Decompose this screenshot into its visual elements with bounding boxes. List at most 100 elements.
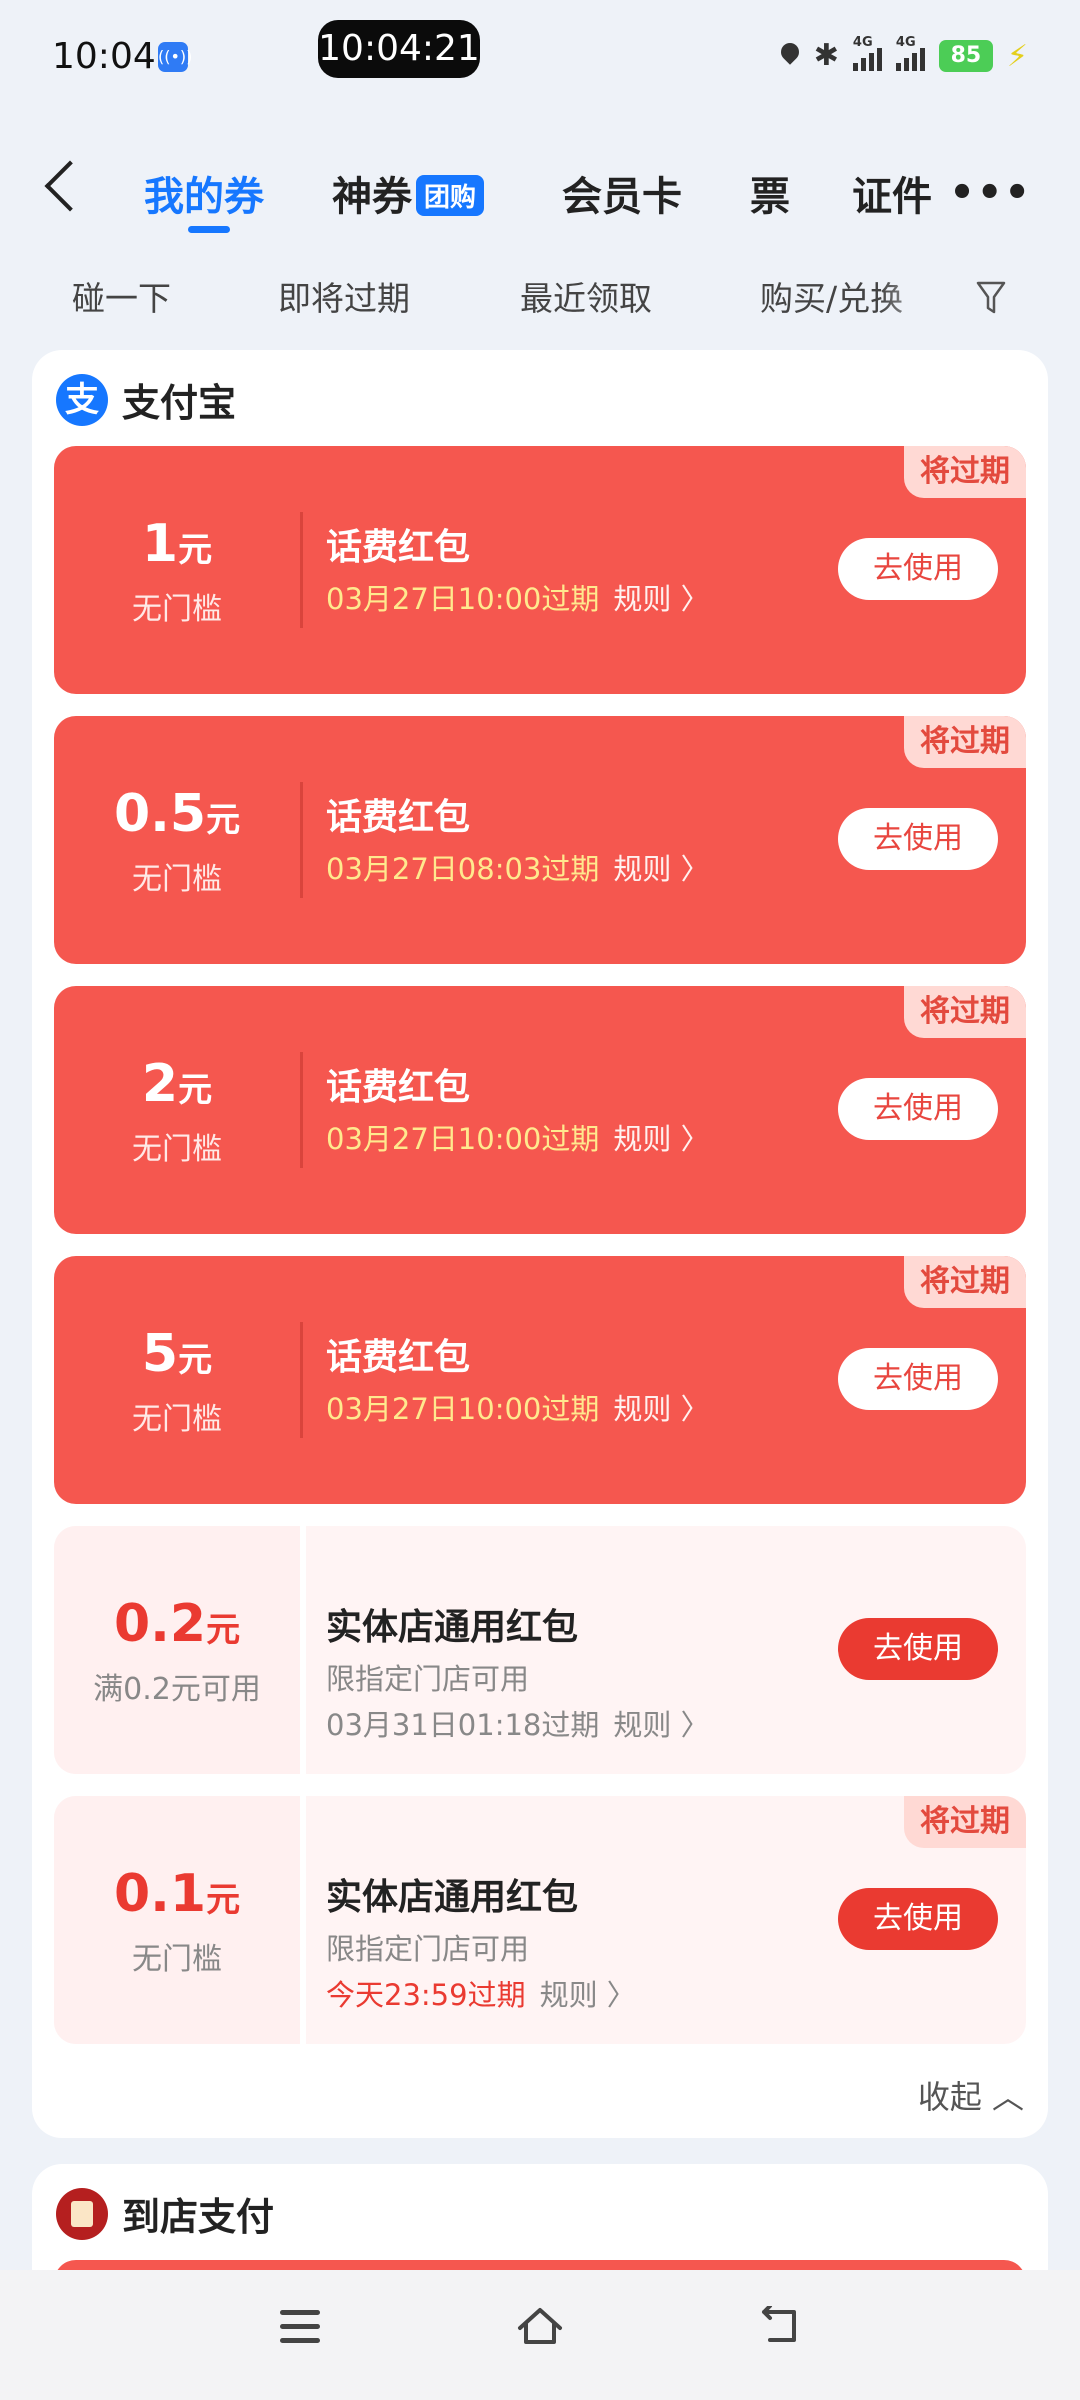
coupon-card[interactable]: 5元 无门槛 话费红包 03月27日10:00过期 规则 〉 去使用 将过期: [54, 1256, 1026, 1504]
back-nav-icon[interactable]: [760, 2306, 802, 2346]
expiring-badge: 将过期: [904, 716, 1026, 768]
nfc-icon: ((•)): [158, 42, 192, 72]
system-nav-bar: [0, 2270, 1080, 2400]
group-buy-badge: 团购: [416, 174, 485, 216]
coupon-card[interactable]: 2元 无门槛 话费红包 03月27日10:00过期 规则 〉 去使用 将过期: [54, 986, 1026, 1234]
filter-fade: [880, 262, 950, 332]
tab-my-coupons[interactable]: 我的券: [144, 164, 264, 222]
tab-tickets[interactable]: 票: [750, 164, 790, 222]
coupon-expiry-line: 03月27日10:00过期 规则 〉: [326, 1386, 710, 1428]
sim1-label: 4G: [852, 35, 873, 50]
use-coupon-button[interactable]: 去使用: [838, 1078, 998, 1140]
alipay-section-header: 支 支付宝: [56, 372, 236, 427]
coupon-condition: 无门槛: [132, 1942, 222, 1977]
coupon-card[interactable]: 0.1元 无门槛 实体店通用红包 限指定门店可用 今天23:59过期 规则 〉 去…: [54, 1796, 1026, 2044]
coupon-rule-link[interactable]: 规则 〉: [613, 1392, 709, 1426]
filter-expiring[interactable]: 即将过期: [278, 272, 410, 320]
coupon-divider: [300, 782, 303, 898]
coupon-value-area: 1元 无门槛: [54, 446, 300, 694]
tab-shen-quan[interactable]: 神券 团购: [332, 164, 485, 222]
section-title: 到店支付: [122, 2195, 275, 2239]
more-icon[interactable]: •••: [949, 170, 1032, 216]
coupon-value-area: 2元 无门槛: [54, 986, 300, 1234]
coupon-rule-link[interactable]: 规则 〉: [613, 582, 709, 616]
coupon-amount: 5元: [141, 1324, 213, 1384]
use-coupon-button[interactable]: 去使用: [838, 1618, 998, 1680]
coupon-expiry-line: 03月27日10:00过期 规则 〉: [326, 576, 710, 618]
filter-funnel-icon[interactable]: [976, 280, 1006, 316]
coupon-rule-link[interactable]: 规则 〉: [540, 1978, 636, 2012]
tab-documents[interactable]: 证件: [852, 164, 932, 222]
coupon-name: 话费红包: [326, 527, 471, 568]
coupon-value-area: 0.2元 满0.2元可用: [54, 1526, 300, 1774]
coupon-expiry: 03月27日08:03过期: [326, 852, 600, 886]
coupon-note: 限指定门店可用: [326, 1662, 530, 1696]
coupon-name: 话费红包: [326, 797, 471, 838]
coupon-expiry: 03月27日10:00过期: [326, 1122, 600, 1156]
expiring-badge: 将过期: [904, 1796, 1026, 1848]
location-icon: [780, 43, 800, 69]
coupon-expiry: 03月27日10:00过期: [326, 582, 600, 616]
store-pay-logo-icon: [56, 2187, 108, 2240]
coupon-divider: [300, 1526, 306, 1774]
coupon-amount: 0.5元: [113, 784, 241, 844]
use-coupon-button[interactable]: 去使用: [838, 1348, 998, 1410]
coupon-condition: 满0.2元可用: [93, 1672, 261, 1707]
coupon-rule-link[interactable]: 规则 〉: [613, 1708, 709, 1742]
coupon-rule-link[interactable]: 规则 〉: [613, 852, 709, 886]
coupon-expiry-line: 03月27日08:03过期 规则 〉: [326, 846, 710, 888]
alipay-logo-icon: 支: [56, 373, 108, 426]
coupon-card[interactable]: 0.5元 无门槛 话费红包 03月27日08:03过期 规则 〉 去使用 将过期: [54, 716, 1026, 964]
status-icons: ✱ 4G 4G 85 ⚡: [780, 35, 1028, 76]
coupon-expiry-line: 03月27日10:00过期 规则 〉: [326, 1116, 710, 1158]
coupon-name: 话费红包: [326, 1337, 471, 1378]
coupon-amount: 1元: [141, 514, 213, 574]
coupon-value-area: 5元 无门槛: [54, 1256, 300, 1504]
sim2-label: 4G: [895, 35, 916, 50]
coupon-amount: 2元: [141, 1054, 213, 1114]
section-title: 支付宝: [122, 381, 237, 425]
home-icon[interactable]: [516, 2304, 564, 2348]
expiring-badge: 将过期: [904, 986, 1026, 1038]
use-coupon-button[interactable]: 去使用: [838, 1888, 998, 1950]
filter-tap[interactable]: 碰一下: [72, 272, 171, 320]
coupon-divider: [300, 1322, 303, 1438]
coupon-expiry-line: 今天23:59过期 规则 〉: [326, 1972, 636, 2014]
expiring-badge: 将过期: [904, 446, 1026, 498]
battery-icon: 85: [938, 40, 993, 72]
tab-shen-quan-label: 神券: [332, 174, 412, 220]
coupon-condition: 无门槛: [132, 1402, 222, 1437]
time-pill: 10:04:21: [318, 20, 480, 78]
status-time: 10:04: [52, 36, 156, 77]
coupon-card[interactable]: 0.2元 满0.2元可用 实体店通用红包 限指定门店可用 03月31日01:18…: [54, 1526, 1026, 1774]
coupon-expiry: 03月31日01:18过期: [326, 1708, 600, 1742]
coupon-value-area: 0.1元 无门槛: [54, 1796, 300, 2044]
use-coupon-button[interactable]: 去使用: [838, 808, 998, 870]
coupon-amount: 0.1元: [113, 1864, 241, 1924]
top-tab-bar: 我的券 神券 团购 会员卡 票 证件 •••: [0, 150, 1080, 240]
coupon-name: 话费红包: [326, 1067, 471, 1108]
coupon-expiry: 今天23:59过期: [326, 1978, 526, 2012]
coupon-amount: 0.2元: [113, 1594, 241, 1654]
coupon-divider: [300, 512, 303, 628]
coupon-expiry-line: 03月31日01:18过期 规则 〉: [326, 1702, 710, 1744]
tab-member-card[interactable]: 会员卡: [562, 164, 682, 222]
bluetooth-icon: ✱: [813, 38, 839, 73]
coupon-name: 实体店通用红包: [326, 1877, 579, 1918]
store-pay-header: 到店支付: [56, 2186, 274, 2241]
filter-recent[interactable]: 最近领取: [520, 272, 652, 320]
menu-icon[interactable]: [280, 2310, 320, 2344]
filter-bar: 碰一下 即将过期 最近领取 购买/兑换: [0, 262, 1080, 332]
coupon-card[interactable]: 1元 无门槛 话费红包 03月27日10:00过期 规则 〉 去使用 将过期: [54, 446, 1026, 694]
status-bar: 10:04 ((•)) 10:04:21 ✱ 4G 4G 85 ⚡: [0, 0, 1080, 110]
back-arrow-icon[interactable]: [44, 160, 96, 212]
coupon-condition: 无门槛: [132, 862, 222, 897]
coupon-value-area: 0.5元 无门槛: [54, 716, 300, 964]
alipay-coupon-section: 支 支付宝 1元 无门槛 话费红包 03月27日10:00过期 规则 〉 去使用 …: [32, 350, 1048, 2138]
coupon-condition: 无门槛: [132, 1132, 222, 1167]
use-coupon-button[interactable]: 去使用: [838, 538, 998, 600]
collapse-button[interactable]: 收起 ︿: [918, 2072, 1024, 2118]
coupon-rule-link[interactable]: 规则 〉: [613, 1122, 709, 1156]
coupon-condition: 无门槛: [132, 592, 222, 627]
charging-icon: ⚡: [1006, 38, 1028, 74]
